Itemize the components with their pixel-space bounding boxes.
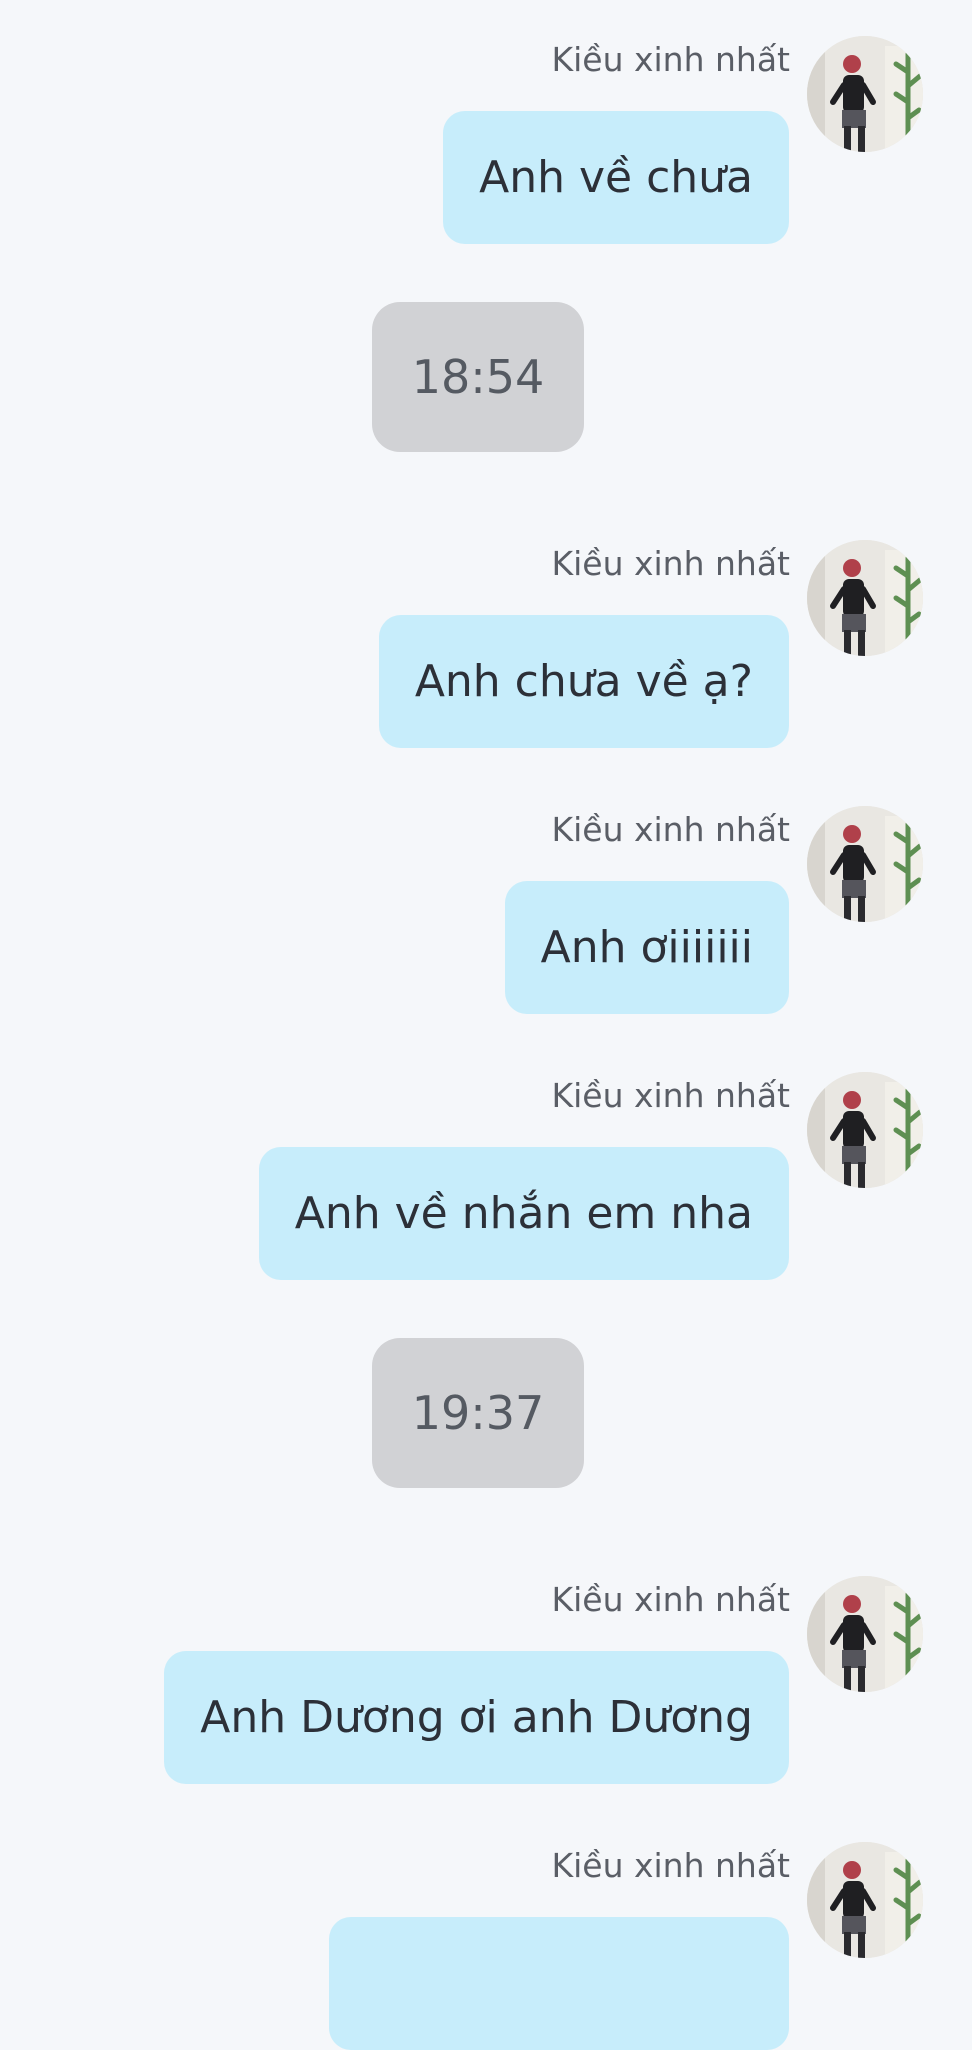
avatar-photo-icon (807, 1576, 923, 1692)
sender-name: Kiều xinh nhất (551, 1846, 790, 1885)
avatar[interactable] (807, 806, 923, 922)
timestamp-pill: 19:37 (372, 1338, 584, 1488)
avatar[interactable] (807, 1842, 923, 1958)
message-bubble[interactable] (329, 1917, 789, 2050)
message-bubble[interactable]: Anh về nhắn em nha (258, 1147, 789, 1280)
sender-name: Kiều xinh nhất (551, 544, 790, 583)
avatar-photo-icon (807, 36, 923, 152)
message-bubble[interactable]: Anh chưa về ạ? (378, 615, 789, 748)
sender-name: Kiều xinh nhất (551, 1076, 790, 1115)
chat-thread[interactable]: Kiều xinh nhất Anh về chưa 18:54 Kiều xi… (0, 0, 972, 2050)
message-bubble[interactable]: Anh Dương ơi anh Dương (164, 1651, 789, 1784)
avatar-photo-icon (807, 1072, 923, 1188)
timestamp-pill: 18:54 (372, 302, 584, 452)
message-bubble[interactable]: Anh ơiiiiiii (504, 881, 789, 1014)
sender-name: Kiều xinh nhất (551, 1580, 790, 1619)
avatar-photo-icon (807, 1842, 923, 1958)
sender-name: Kiều xinh nhất (551, 40, 790, 79)
avatar[interactable] (807, 36, 923, 152)
sender-name: Kiều xinh nhất (551, 810, 790, 849)
avatar-photo-icon (807, 806, 923, 922)
avatar-photo-icon (807, 540, 923, 656)
avatar[interactable] (807, 1576, 923, 1692)
message-bubble[interactable]: Anh về chưa (443, 111, 789, 244)
avatar[interactable] (807, 540, 923, 656)
avatar[interactable] (807, 1072, 923, 1188)
